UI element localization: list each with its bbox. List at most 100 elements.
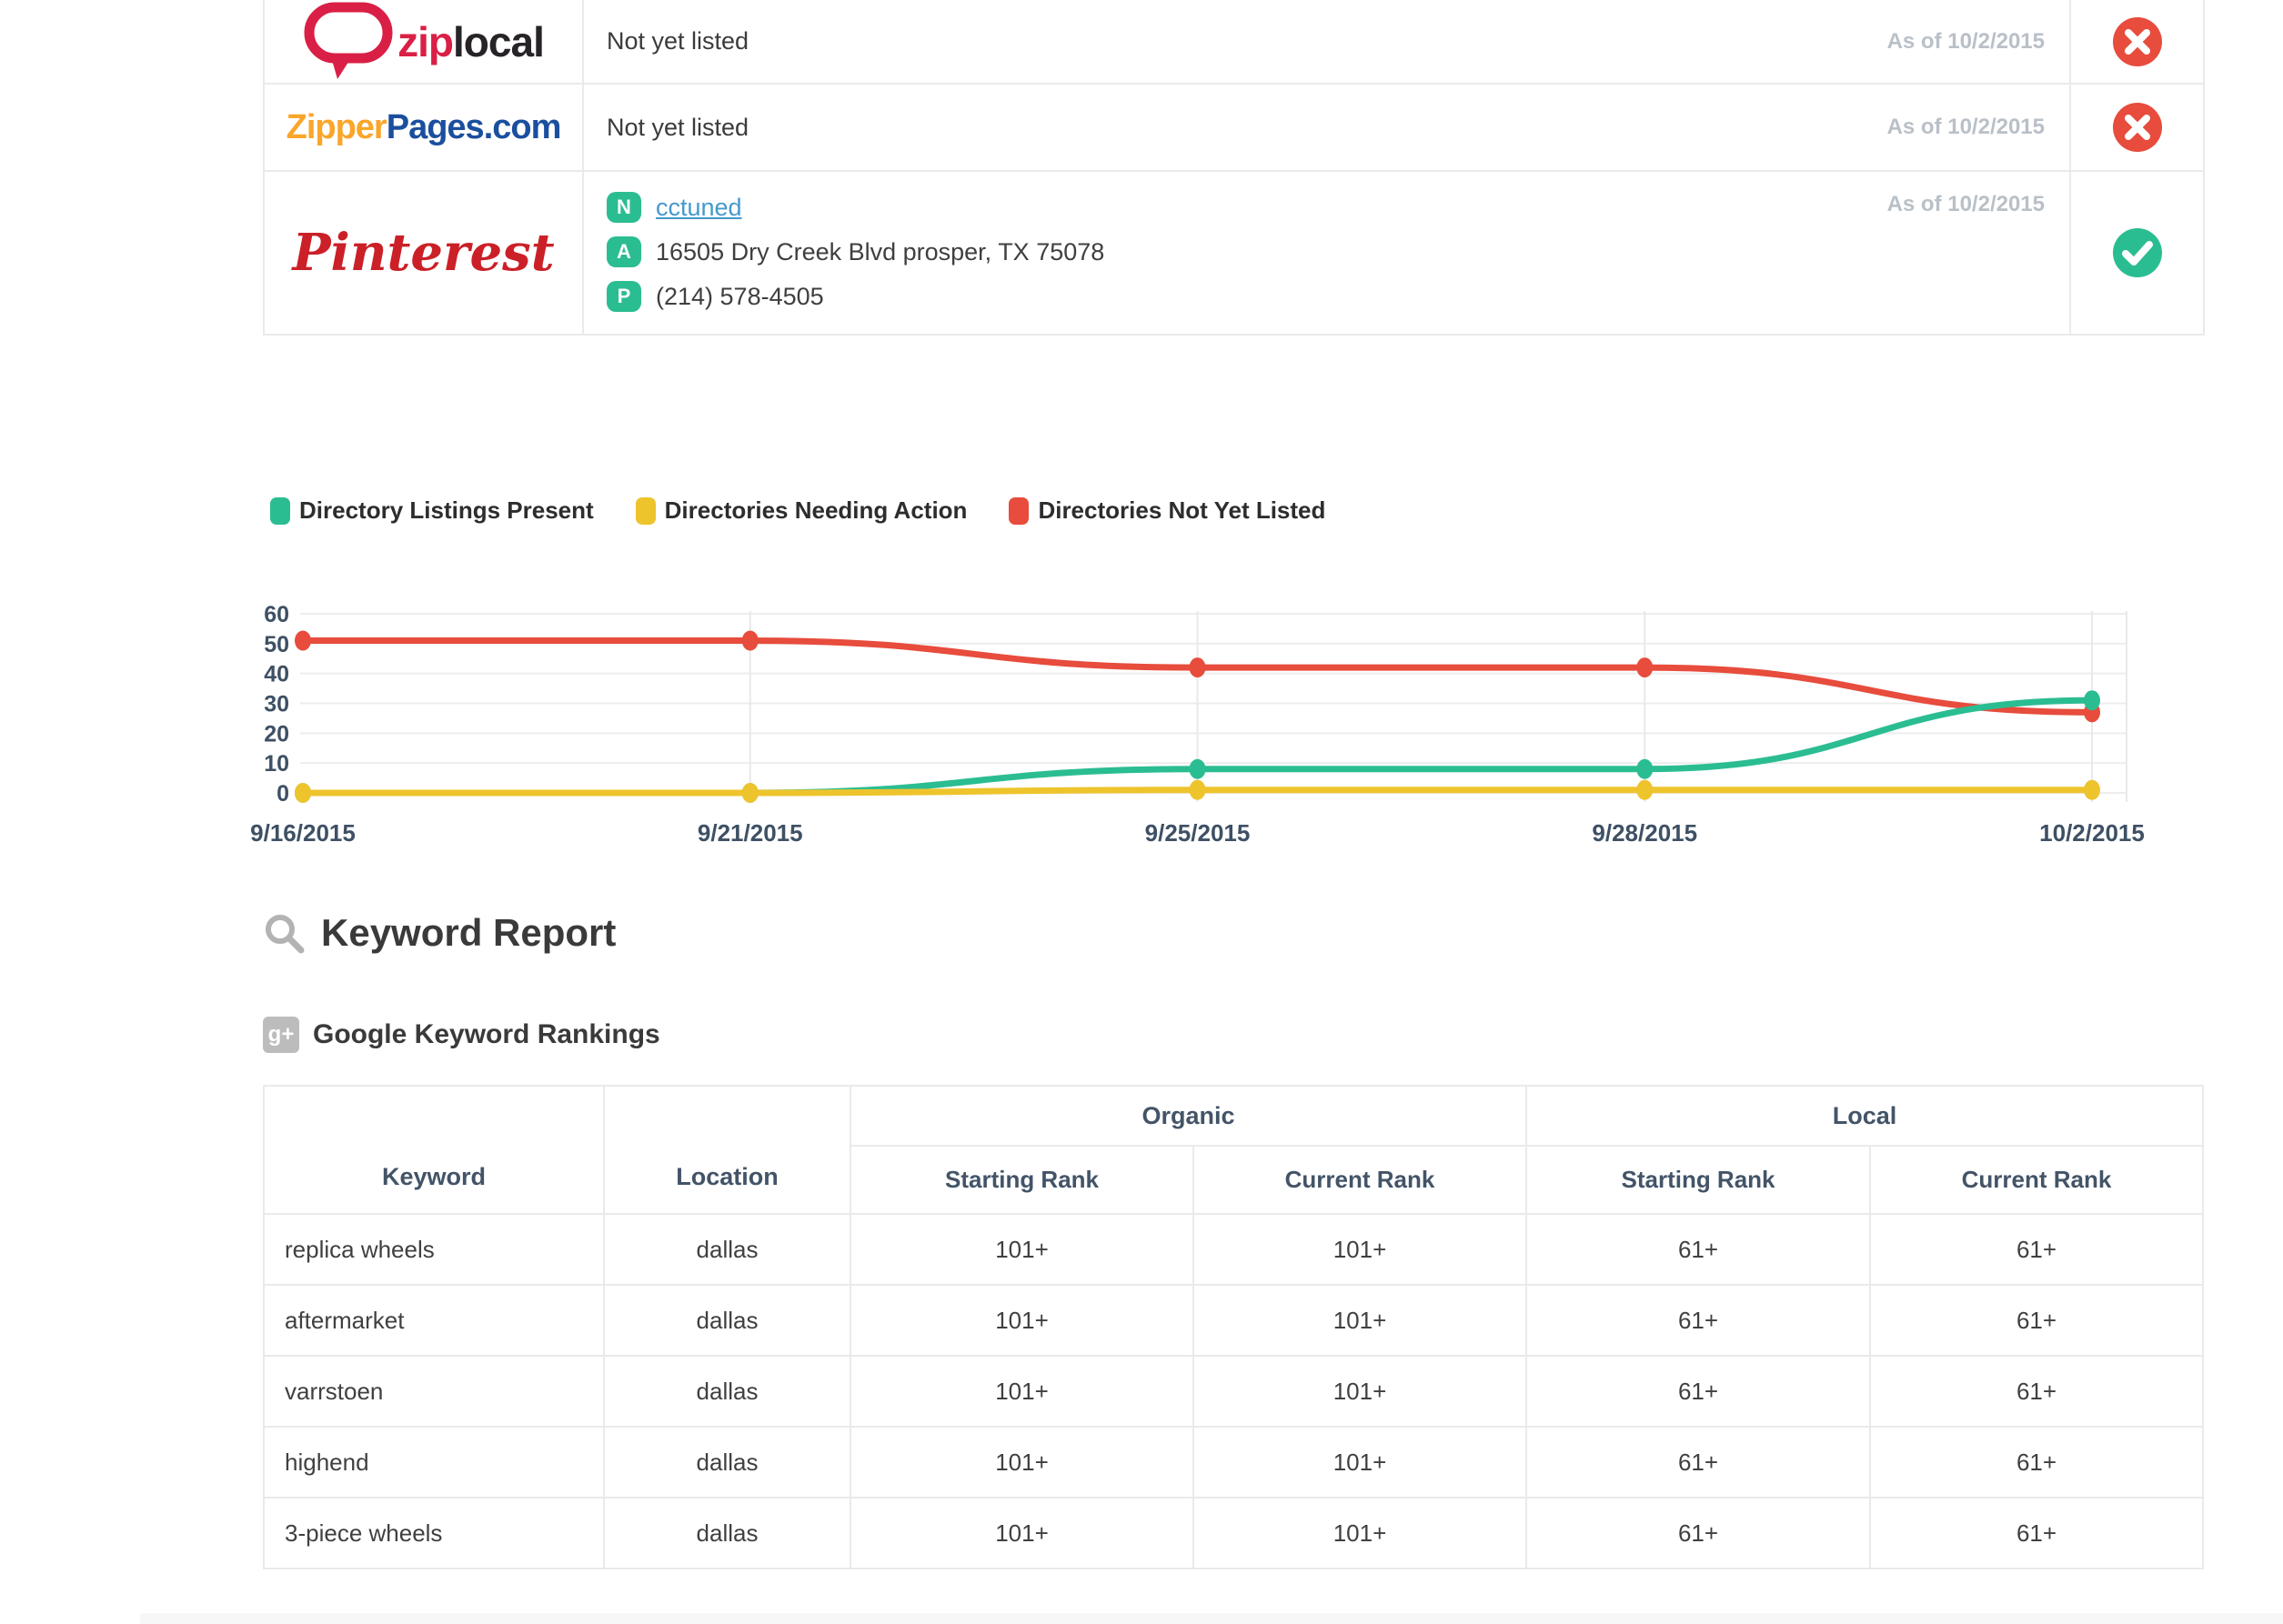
organic-starting-rank-cell: 101+	[850, 1427, 1193, 1498]
organic-current-rank-cell: 101+	[1193, 1427, 1526, 1498]
local-current-rank-cell: 61+	[1870, 1356, 2203, 1427]
location-cell: dallas	[604, 1356, 850, 1427]
keyword-table-row: highenddallas101+101+61+61+	[264, 1427, 2203, 1498]
zipperpages-wordmark-zipper: Zipper	[287, 108, 387, 146]
local-starting-rank-cell: 61+	[1526, 1285, 1870, 1356]
nap-name-badge: N	[607, 192, 641, 223]
nap-phone-badge: P	[607, 281, 641, 312]
page-title: Keyword Report	[321, 911, 616, 955]
ziplocal-bubble-icon	[303, 1, 394, 83]
legend-item-not-listed: Directories Not Yet Listed	[1009, 496, 1325, 525]
keyword-table-row: aftermarketdallas101+101+61+61+	[264, 1285, 2203, 1356]
organic-current-rank-cell: 101+	[1193, 1498, 1526, 1569]
directory-row-ziplocal: ziplocal Not yet listed As of 10/2/2015	[265, 0, 2203, 85]
directory-row-zipperpages: ZipperPages.com Not yet listed As of 10/…	[265, 85, 2203, 172]
svg-text:10: 10	[264, 751, 289, 777]
svg-text:30: 30	[264, 692, 289, 717]
directory-status-icon-cell	[2069, 0, 2203, 83]
group-header-organic: Organic	[850, 1086, 1526, 1146]
keyword-cell: aftermarket	[264, 1285, 604, 1356]
group-header-local: Local	[1526, 1086, 2203, 1146]
legend-label: Directories Needing Action	[665, 496, 968, 525]
column-header-local-current-rank: Current Rank	[1870, 1146, 2203, 1214]
legend-label: Directories Not Yet Listed	[1038, 496, 1325, 525]
local-starting-rank-cell: 61+	[1526, 1356, 1870, 1427]
ziplocal-logo: ziplocal	[265, 0, 584, 83]
location-cell: dallas	[604, 1214, 850, 1285]
keyword-report-heading: Keyword Report	[263, 911, 616, 955]
business-phone: (214) 578-4505	[656, 283, 824, 311]
column-header-organic-current-rank: Current Rank	[1193, 1146, 1526, 1214]
svg-text:20: 20	[264, 721, 289, 747]
location-cell: dallas	[604, 1285, 850, 1356]
local-starting-rank-cell: 61+	[1526, 1214, 1870, 1285]
local-current-rank-cell: 61+	[1870, 1285, 2203, 1356]
column-header-organic-starting-rank: Starting Rank	[850, 1146, 1193, 1214]
column-header-location: Location	[604, 1086, 850, 1214]
nap-block: N cctuned A 16505 Dry Creek Blvd prosper…	[607, 172, 1104, 312]
local-starting-rank-cell: 61+	[1526, 1498, 1870, 1569]
keyword-table-row: 3-piece wheelsdallas101+101+61+61+	[264, 1498, 2203, 1569]
zipperpages-logo: ZipperPages.com	[265, 85, 584, 170]
keyword-cell: 3-piece wheels	[264, 1498, 604, 1569]
column-header-keyword: Keyword	[264, 1086, 604, 1214]
local-current-rank-cell: 61+	[1870, 1427, 2203, 1498]
listed-check-icon	[2113, 228, 2162, 277]
nap-address-line: A 16505 Dry Creek Blvd prosper, TX 75078	[607, 236, 1104, 267]
svg-text:50: 50	[264, 632, 289, 657]
directory-status-icon-cell	[2069, 85, 2203, 170]
organic-starting-rank-cell: 101+	[850, 1214, 1193, 1285]
not-listed-icon	[2113, 103, 2162, 152]
svg-text:9/28/2015: 9/28/2015	[1592, 819, 1697, 847]
svg-text:40: 40	[264, 662, 289, 687]
svg-text:0: 0	[277, 781, 289, 807]
organic-current-rank-cell: 101+	[1193, 1356, 1526, 1427]
zipperpages-wordmark-pages: Pages.com	[387, 108, 561, 146]
nap-name-line: N cctuned	[607, 192, 1104, 223]
google-plus-icon: g+	[263, 1017, 299, 1053]
keyword-cell: varrstoen	[264, 1356, 604, 1427]
organic-current-rank-cell: 101+	[1193, 1285, 1526, 1356]
local-current-rank-cell: 61+	[1870, 1498, 2203, 1569]
as-of-date: As of 10/2/2015	[1887, 115, 2045, 140]
svg-text:60: 60	[264, 602, 289, 627]
legend-item-needing-action: Directories Needing Action	[636, 496, 968, 525]
nap-address-badge: A	[607, 236, 641, 267]
directory-status-icon-cell	[2069, 172, 2203, 334]
chart-legend: Directory Listings Present Directories N…	[270, 496, 1325, 525]
directory-listings-table: ziplocal Not yet listed As of 10/2/2015 …	[263, 0, 2205, 336]
group-header-row: Keyword Location Organic Local	[264, 1086, 2203, 1146]
local-starting-rank-cell: 61+	[1526, 1427, 1870, 1498]
organic-starting-rank-cell: 101+	[850, 1356, 1193, 1427]
svg-text:9/25/2015: 9/25/2015	[1145, 819, 1251, 847]
directory-nap-cell: N cctuned A 16505 Dry Creek Blvd prosper…	[584, 172, 2069, 334]
legend-swatch-red	[1009, 497, 1029, 525]
organic-current-rank-cell: 101+	[1193, 1214, 1526, 1285]
not-listed-icon	[2113, 17, 2162, 66]
legend-label: Directory Listings Present	[299, 496, 594, 525]
column-header-local-starting-rank: Starting Rank	[1526, 1146, 1870, 1214]
directory-status-cell: Not yet listed As of 10/2/2015	[584, 85, 2069, 170]
google-keyword-rankings-heading: g+ Google Keyword Rankings	[263, 1017, 660, 1053]
location-cell: dallas	[604, 1427, 850, 1498]
directory-trend-chart: 01020304050609/16/20159/21/20159/25/2015…	[0, 573, 2283, 864]
legend-item-present: Directory Listings Present	[270, 496, 594, 525]
directory-status-cell: Not yet listed As of 10/2/2015	[584, 0, 2069, 83]
pinterest-logo: Pinterest	[265, 172, 584, 334]
ziplocal-wordmark-zip: zip	[397, 17, 453, 66]
as-of-date: As of 10/2/2015	[1887, 192, 2045, 217]
search-icon	[263, 912, 305, 954]
directory-row-pinterest: Pinterest N cctuned A 16505 Dry Creek Bl…	[265, 172, 2203, 336]
section-title: Google Keyword Rankings	[313, 1019, 660, 1050]
report-page: ziplocal Not yet listed As of 10/2/2015 …	[0, 0, 2283, 1624]
nap-phone-line: P (214) 578-4505	[607, 281, 1104, 312]
keyword-cell: replica wheels	[264, 1214, 604, 1285]
pinterest-wordmark: Pinterest	[292, 223, 554, 283]
ziplocal-wordmark-local: local	[453, 17, 544, 66]
keyword-cell: highend	[264, 1427, 604, 1498]
keyword-rankings-table: Keyword Location Organic Local Starting …	[263, 1085, 2204, 1569]
svg-text:9/21/2015: 9/21/2015	[698, 819, 803, 847]
status-text: Not yet listed	[607, 114, 749, 142]
next-section-edge	[140, 1613, 2283, 1624]
business-name-link[interactable]: cctuned	[656, 194, 742, 222]
